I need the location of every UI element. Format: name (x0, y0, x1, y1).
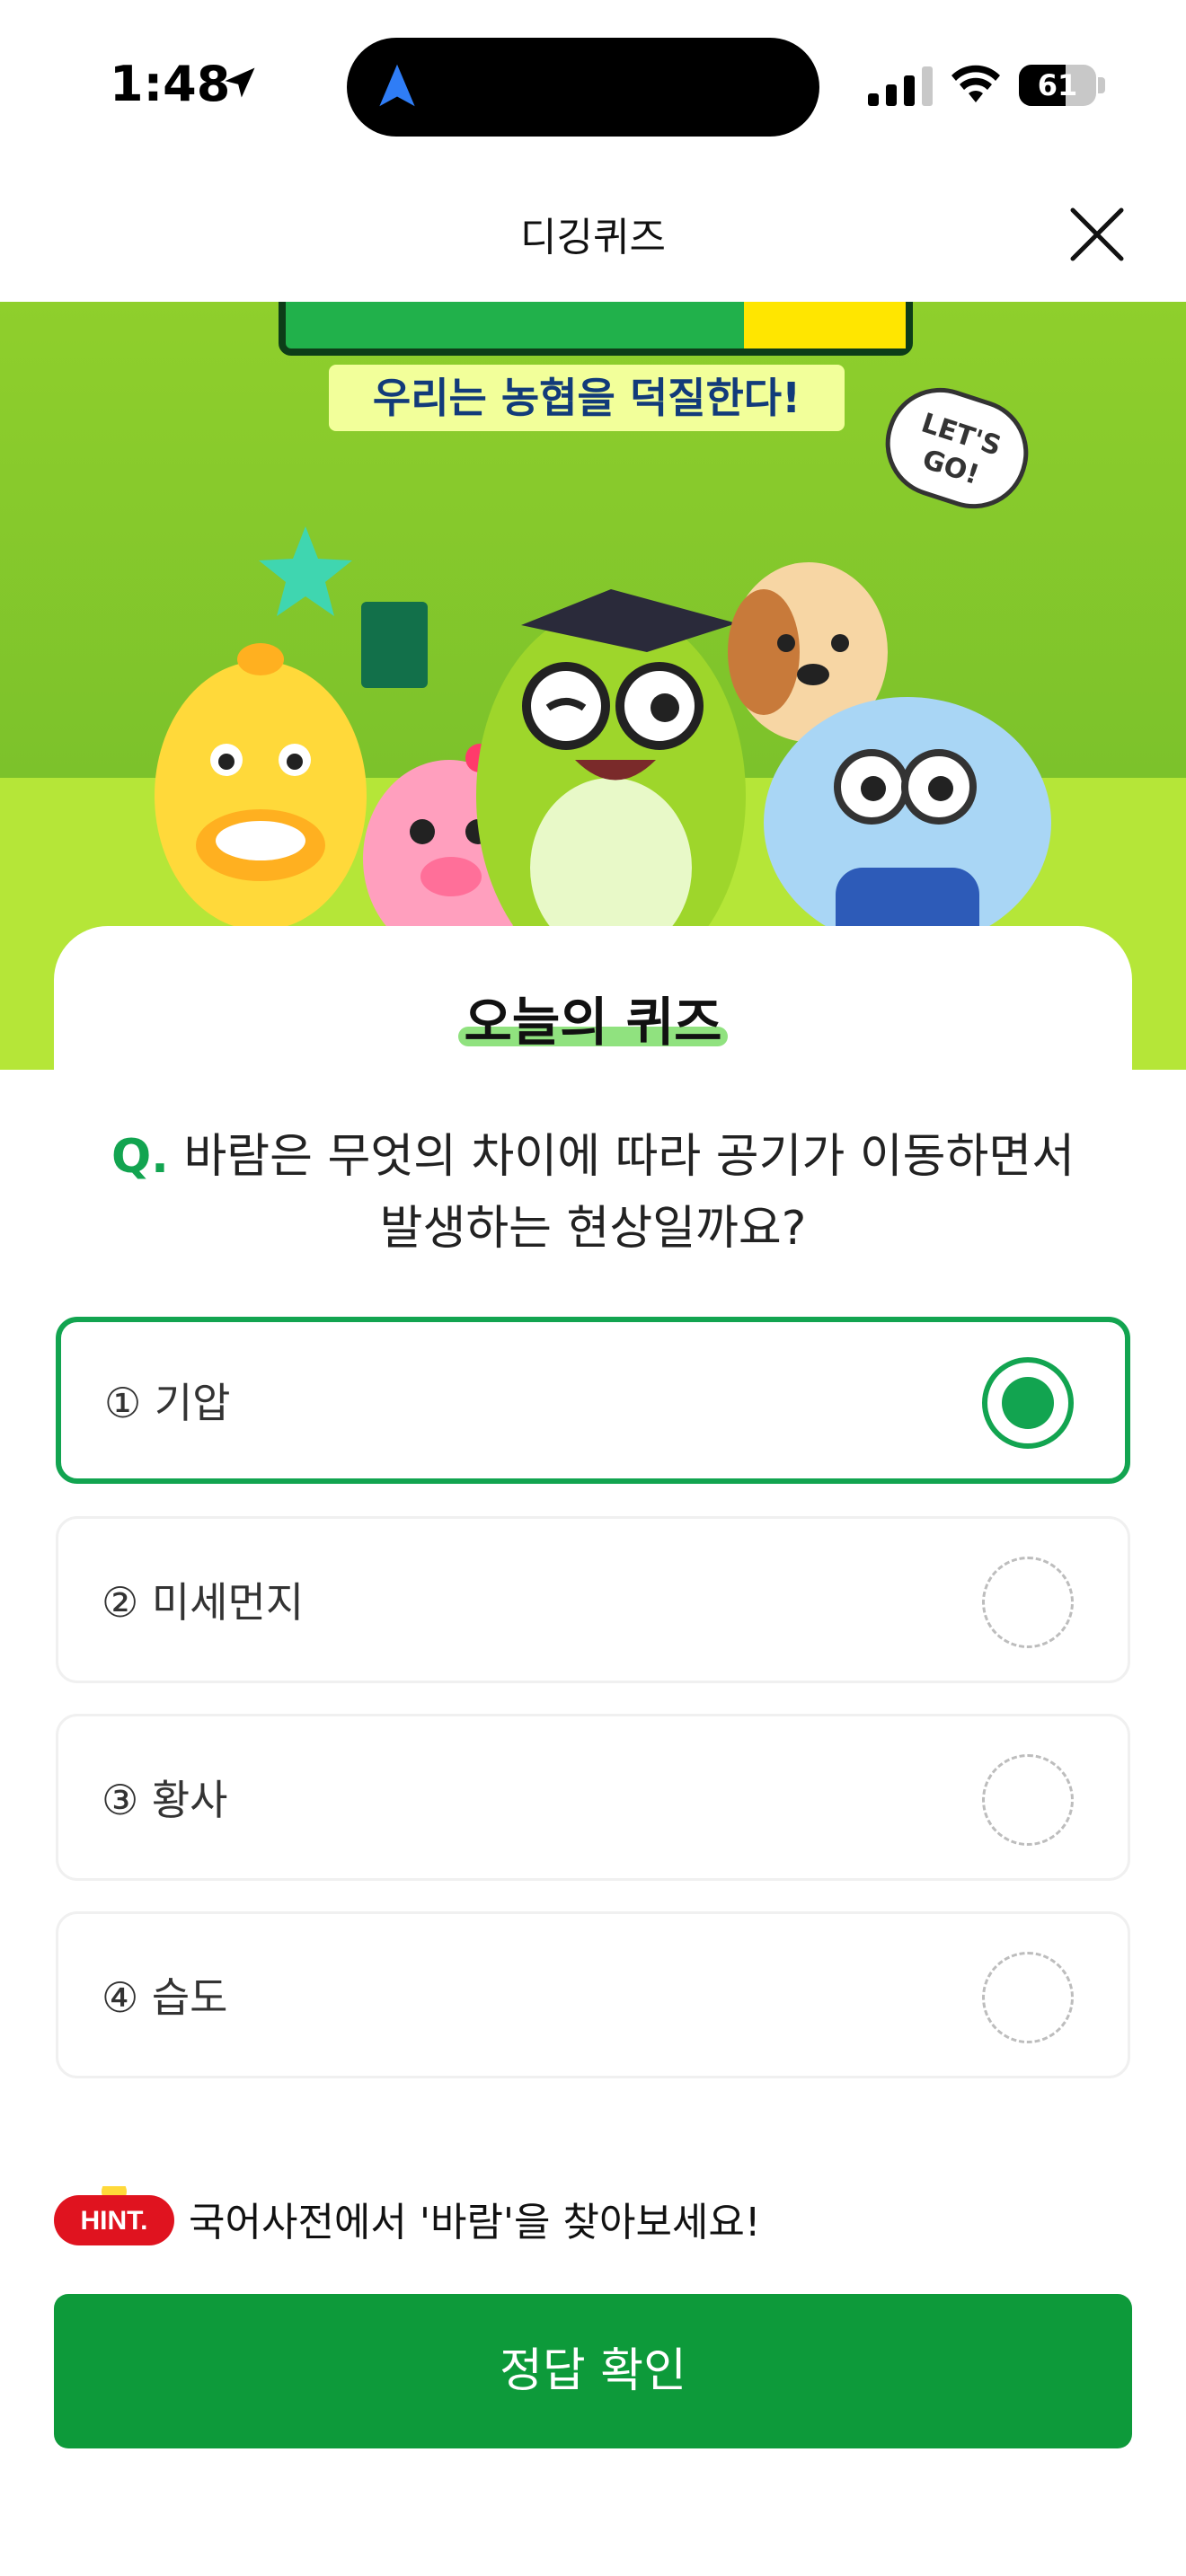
option-label: ④ 습도 (102, 1973, 228, 2022)
radio-unselected-icon[interactable] (982, 1557, 1074, 1648)
radio-unselected-icon[interactable] (982, 1754, 1074, 1846)
answer-option-1[interactable]: ① 기압 (56, 1317, 1130, 1484)
quiz-card-header: 오늘의 퀴즈 (54, 926, 1132, 1070)
option-label: ① 기압 (104, 1379, 231, 1427)
hint-row: HINT. 국어사전에서 '바람'을 찾아보세요! (54, 2163, 1132, 2253)
radio-unselected-icon[interactable] (982, 1952, 1074, 2043)
wifi-icon (951, 65, 1000, 102)
answer-option-4[interactable]: ④ 습도 (56, 1911, 1130, 2078)
status-time: 1:48 (110, 56, 231, 112)
nav-bar: 디깅퀴즈 (0, 171, 1186, 303)
close-icon[interactable] (1066, 203, 1128, 266)
quiz-question: Q. 바람은 무엇의 차이에 따라 공기가 이동하면서 발생하는 현상일까요? (99, 1121, 1087, 1265)
page-title: 디깅퀴즈 (520, 215, 666, 260)
option-label: ② 미세먼지 (102, 1578, 305, 1627)
banner-subtitle: 우리는 농협을 덕질한다! (329, 365, 845, 431)
quiz-banner: 우리는 농협을 덕질한다! LET'S GO! 오늘의 퀴즈 (0, 302, 1186, 1070)
question-prefix: Q. (111, 1130, 169, 1184)
star-icon (259, 526, 352, 616)
answer-option-3[interactable]: ③ 황사 (56, 1714, 1130, 1881)
navigation-icon (379, 64, 415, 107)
status-bar: 1:48 61 (0, 0, 1186, 171)
hint-text: 국어사전에서 '바람'을 찾아보세요! (189, 2200, 761, 2245)
hint-badge-icon: HINT. (54, 2186, 174, 2245)
location-arrow-icon (225, 67, 255, 98)
radio-selected-icon[interactable] (982, 1357, 1074, 1449)
check-answer-button[interactable]: 정답 확인 (54, 2294, 1132, 2448)
hint-badge-label: HINT. (81, 2206, 148, 2236)
answer-option-2[interactable]: ② 미세먼지 (56, 1516, 1130, 1683)
battery-icon: 61 (1019, 65, 1105, 106)
option-label: ③ 황사 (102, 1776, 228, 1824)
quiz-card-title: 오늘의 퀴즈 (464, 992, 722, 1053)
battery-level: 61 (1037, 68, 1078, 102)
cellular-signal-icon (868, 66, 933, 106)
banner-sign (279, 302, 913, 356)
question-text: 바람은 무엇의 차이에 따라 공기가 이동하면서 발생하는 현상일까요? (183, 1130, 1075, 1256)
dynamic-island (347, 38, 819, 137)
